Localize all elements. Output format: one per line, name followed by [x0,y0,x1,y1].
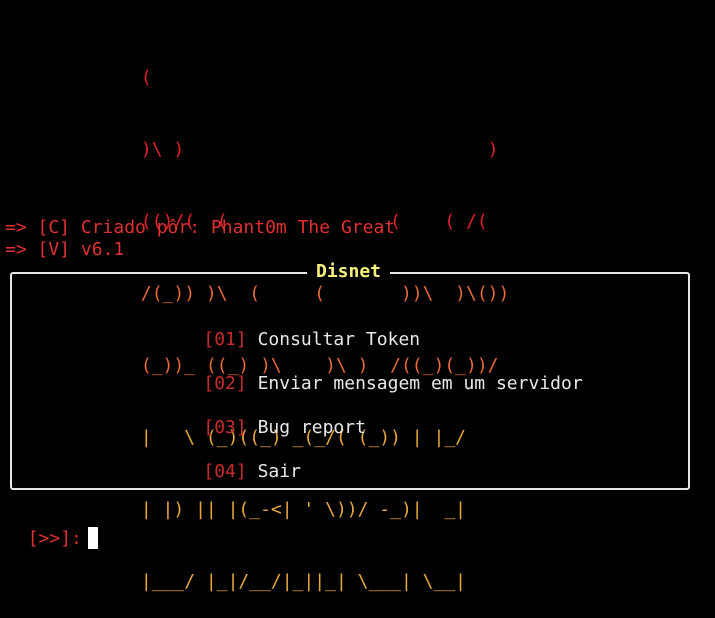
menu-panel: Disnet [01] Consultar Token [02] Enviar … [10,260,690,490]
menu-item-index: [03] [203,417,247,438]
panel-title: Disnet [307,260,391,284]
menu-item-index: [02] [203,373,247,394]
banner-line: ( [0,67,152,88]
menu-item-label: Bug report [257,417,366,438]
menu-item-index: [01] [203,329,247,350]
menu-item-label: Enviar mensagem em um servidor [257,373,583,394]
prompt-label: [>>]: [27,528,82,549]
menu-item-label: Sair [257,461,301,482]
menu-item-label: Consultar Token [257,329,421,350]
credits-line: => [C] Criado pôr: Phant0m The Great [5,217,396,238]
banner-line: |___/ |_|/__/|_||_| \___| \__| [0,571,466,592]
block-cursor-icon [87,527,98,549]
menu-item-sair[interactable]: [04] Sair [160,436,301,508]
banner-line: )\ ) ) [0,139,499,160]
command-prompt[interactable]: [>>]: [6,503,98,551]
menu-item-index: [04] [203,461,247,482]
version-line: => [V] v6.1 [5,239,125,260]
